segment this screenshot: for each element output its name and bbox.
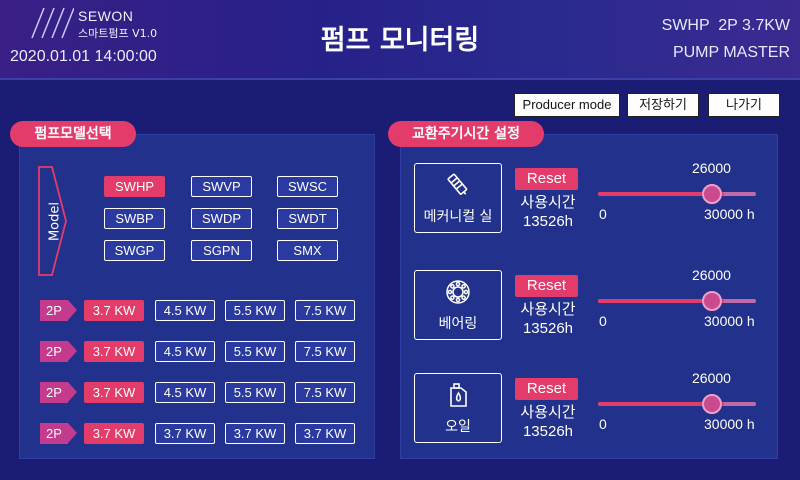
part-card[interactable]: 메커니컬 실 — [414, 163, 502, 233]
part-name: 메커니컬 실 — [423, 209, 493, 225]
part-card[interactable]: 오일 — [414, 373, 502, 443]
power-option-button[interactable]: 7.5 KW — [295, 382, 355, 403]
interval-slider-track[interactable] — [598, 402, 756, 406]
reset-button[interactable]: Reset — [515, 378, 578, 400]
interval-slider-min: 0 — [599, 416, 607, 432]
power-option-button[interactable]: 3.7 KW — [84, 341, 144, 362]
mechanical-seal-icon — [415, 172, 501, 202]
interval-slider-min: 0 — [599, 313, 607, 329]
power-option-button[interactable]: 3.7 KW — [84, 382, 144, 403]
power-option-button[interactable]: 4.5 KW — [155, 382, 215, 403]
power-option-button[interactable]: 3.7 KW — [84, 423, 144, 444]
interval-slider-min: 0 — [599, 206, 607, 222]
model-line-1: SWHP 2P 3.7KW — [661, 17, 790, 34]
usage-time-label: 사용시간 — [520, 300, 576, 318]
save-button[interactable]: 저장하기 — [627, 93, 699, 117]
power-option-button[interactable]: 3.7 KW — [155, 423, 215, 444]
model-button-swsc[interactable]: SWSC — [277, 176, 338, 197]
interval-slider-value: 26000 — [692, 370, 731, 386]
power-option-button[interactable]: 3.7 KW — [84, 300, 144, 321]
interval-slider-value: 26000 — [692, 160, 731, 176]
replacement-title: 교환주기시간 설정 — [388, 121, 544, 147]
power-option-button[interactable]: 7.5 KW — [295, 341, 355, 362]
interval-slider-max: 30000 h — [704, 206, 755, 222]
part-name: 베어링 — [438, 316, 478, 332]
reset-button[interactable]: Reset — [515, 275, 578, 297]
part-name: 오일 — [445, 419, 471, 435]
part-card[interactable]: 베어링 — [414, 270, 502, 340]
power-option-button[interactable]: 7.5 KW — [295, 300, 355, 321]
interval-slider-max: 30000 h — [704, 416, 755, 432]
current-model-info: SWHP 2P 3.7KW PUMP MASTER — [662, 12, 790, 66]
power-option-button[interactable]: 4.5 KW — [155, 300, 215, 321]
model-button-smx[interactable]: SMX — [277, 240, 338, 261]
producer-mode-button[interactable]: Producer mode — [514, 93, 620, 117]
power-option-button[interactable]: 4.5 KW — [155, 341, 215, 362]
oil-icon — [415, 382, 501, 412]
usage-time-value: 13526h — [522, 320, 574, 337]
pole-badge: 2P — [40, 341, 77, 362]
reset-button[interactable]: Reset — [515, 168, 578, 190]
usage-time-value: 13526h — [522, 213, 574, 230]
model-vertical-label: Model — [47, 201, 63, 242]
header-bar: SEWON 스마트펌프 V1.0 2020.01.01 14:00:00 펌프 … — [0, 0, 800, 80]
model-button-swhp[interactable]: SWHP — [104, 176, 165, 197]
interval-slider-track[interactable] — [598, 192, 756, 196]
usage-time-label: 사용시간 — [520, 193, 576, 211]
pole-badge: 2P — [40, 300, 77, 321]
interval-slider-track[interactable] — [598, 299, 756, 303]
pole-badge: 2P — [40, 423, 77, 444]
model-button-swvp[interactable]: SWVP — [191, 176, 252, 197]
power-option-button[interactable]: 5.5 KW — [225, 341, 285, 362]
bearing-icon — [415, 279, 501, 309]
model-button-swdp[interactable]: SWDP — [191, 208, 252, 229]
usage-time-label: 사용시간 — [520, 403, 576, 421]
interval-slider-max: 30000 h — [704, 313, 755, 329]
pole-badge: 2P — [40, 382, 77, 403]
model-button-sgpn[interactable]: SGPN — [191, 240, 252, 261]
power-option-button[interactable]: 3.7 KW — [295, 423, 355, 444]
exit-button[interactable]: 나가기 — [708, 93, 780, 117]
power-option-button[interactable]: 3.7 KW — [225, 423, 285, 444]
model-button-swgp[interactable]: SWGP — [104, 240, 165, 261]
usage-time-value: 13526h — [522, 423, 574, 440]
model-line-2: PUMP MASTER — [672, 44, 790, 61]
model-button-swbp[interactable]: SWBP — [104, 208, 165, 229]
power-option-button[interactable]: 5.5 KW — [225, 300, 285, 321]
model-button-swdt[interactable]: SWDT — [277, 208, 338, 229]
interval-slider-value: 26000 — [692, 267, 731, 283]
power-option-button[interactable]: 5.5 KW — [225, 382, 285, 403]
model-select-title: 펌프모델선택 — [10, 121, 136, 147]
